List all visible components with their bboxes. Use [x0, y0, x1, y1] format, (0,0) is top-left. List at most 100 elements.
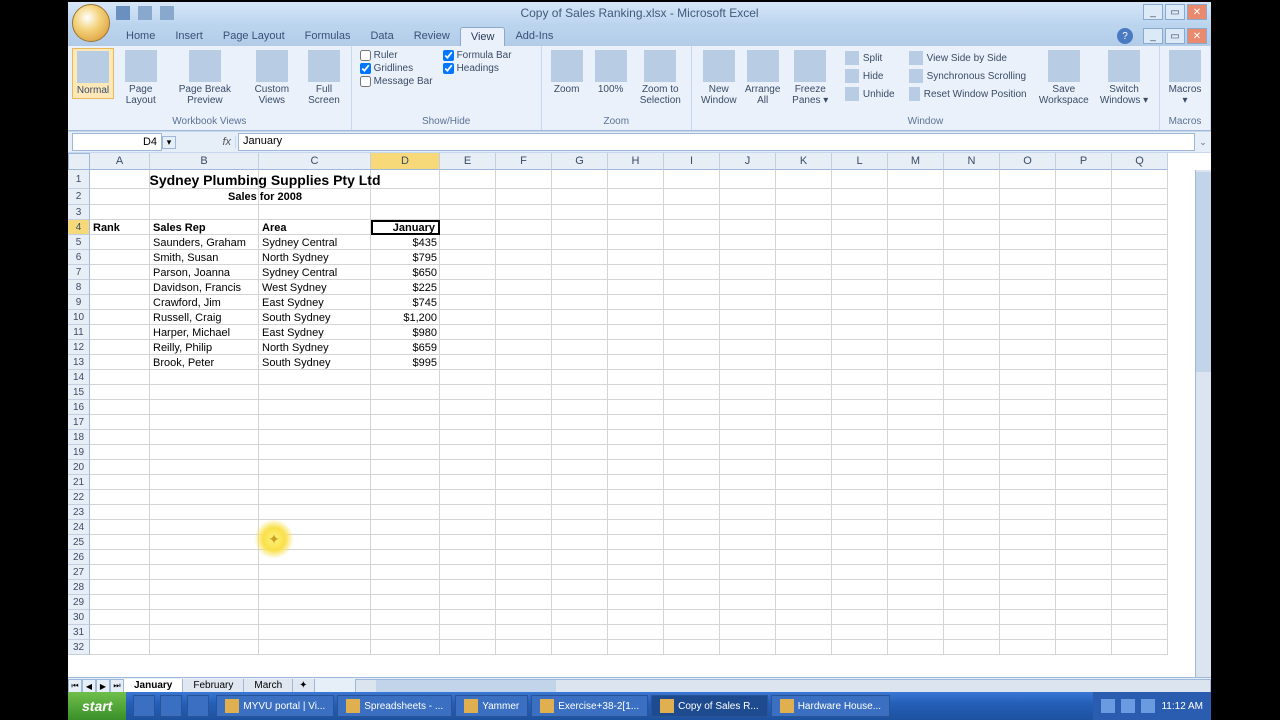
cell-D10[interactable]: $1,200	[371, 310, 440, 325]
cell-K27[interactable]	[776, 565, 832, 580]
check-gridlines[interactable]: Gridlines	[360, 63, 433, 74]
cell-E30[interactable]	[440, 610, 496, 625]
cell-P22[interactable]	[1056, 490, 1112, 505]
cell-I22[interactable]	[664, 490, 720, 505]
cell-K6[interactable]	[776, 250, 832, 265]
cell-K7[interactable]	[776, 265, 832, 280]
cell-C11[interactable]: East Sydney	[259, 325, 371, 340]
row-header-1[interactable]: 1	[68, 170, 90, 189]
cell-Q15[interactable]	[1112, 385, 1168, 400]
cell-L16[interactable]	[832, 400, 888, 415]
formula-input[interactable]: January	[238, 133, 1195, 151]
cell-M13[interactable]	[888, 355, 944, 370]
cell-G14[interactable]	[552, 370, 608, 385]
custom-views-button[interactable]: Custom Views	[244, 48, 299, 108]
cell-F18[interactable]	[496, 430, 552, 445]
zoom-to-selection-button[interactable]: Zoom to Selection	[634, 48, 687, 108]
cell-E2[interactable]	[440, 189, 496, 205]
cell-G23[interactable]	[552, 505, 608, 520]
cell-O29[interactable]	[1000, 595, 1056, 610]
cell-H3[interactable]	[608, 205, 664, 220]
cell-O19[interactable]	[1000, 445, 1056, 460]
cell-M1[interactable]	[888, 170, 944, 189]
cell-H22[interactable]	[608, 490, 664, 505]
cell-O5[interactable]	[1000, 235, 1056, 250]
cell-Q30[interactable]	[1112, 610, 1168, 625]
cell-J22[interactable]	[720, 490, 776, 505]
page-layout-button[interactable]: Page Layout	[116, 48, 165, 108]
cell-E5[interactable]	[440, 235, 496, 250]
cell-D17[interactable]	[371, 415, 440, 430]
cell-D21[interactable]	[371, 475, 440, 490]
cell-P25[interactable]	[1056, 535, 1112, 550]
cell-H10[interactable]	[608, 310, 664, 325]
cell-A26[interactable]	[90, 550, 150, 565]
taskbar-item[interactable]: Hardware House...	[771, 695, 890, 717]
cell-H25[interactable]	[608, 535, 664, 550]
cell-G2[interactable]	[552, 189, 608, 205]
cell-H32[interactable]	[608, 640, 664, 655]
cell-Q8[interactable]	[1112, 280, 1168, 295]
cell-C21[interactable]	[259, 475, 371, 490]
cell-J16[interactable]	[720, 400, 776, 415]
cell-O21[interactable]	[1000, 475, 1056, 490]
cell-J29[interactable]	[720, 595, 776, 610]
cell-B15[interactable]	[150, 385, 259, 400]
cell-P27[interactable]	[1056, 565, 1112, 580]
cell-K3[interactable]	[776, 205, 832, 220]
cell-M12[interactable]	[888, 340, 944, 355]
cell-H8[interactable]	[608, 280, 664, 295]
cell-F15[interactable]	[496, 385, 552, 400]
cell-O2[interactable]	[1000, 189, 1056, 205]
cell-L31[interactable]	[832, 625, 888, 640]
cell-J11[interactable]	[720, 325, 776, 340]
formula-expand-icon[interactable]: ⌄	[1195, 137, 1211, 148]
quick-launch-player-icon[interactable]	[187, 695, 209, 717]
cell-O16[interactable]	[1000, 400, 1056, 415]
cell-G15[interactable]	[552, 385, 608, 400]
doc-restore-button[interactable]: ▭	[1165, 28, 1185, 44]
cell-E12[interactable]	[440, 340, 496, 355]
cell-K10[interactable]	[776, 310, 832, 325]
cell-O23[interactable]	[1000, 505, 1056, 520]
cell-B30[interactable]	[150, 610, 259, 625]
cell-C18[interactable]	[259, 430, 371, 445]
cell-F27[interactable]	[496, 565, 552, 580]
cell-C16[interactable]	[259, 400, 371, 415]
cell-L27[interactable]	[832, 565, 888, 580]
cell-E8[interactable]	[440, 280, 496, 295]
cell-C13[interactable]: South Sydney	[259, 355, 371, 370]
cell-E4[interactable]	[440, 220, 496, 235]
cell-M25[interactable]	[888, 535, 944, 550]
cell-L32[interactable]	[832, 640, 888, 655]
cell-C5[interactable]: Sydney Central	[259, 235, 371, 250]
cell-K28[interactable]	[776, 580, 832, 595]
cell-J31[interactable]	[720, 625, 776, 640]
col-header-H[interactable]: H	[608, 153, 664, 170]
cell-D19[interactable]	[371, 445, 440, 460]
cell-D6[interactable]: $795	[371, 250, 440, 265]
cell-L9[interactable]	[832, 295, 888, 310]
cell-A32[interactable]	[90, 640, 150, 655]
cell-I25[interactable]	[664, 535, 720, 550]
cell-P19[interactable]	[1056, 445, 1112, 460]
cell-H5[interactable]	[608, 235, 664, 250]
cell-G12[interactable]	[552, 340, 608, 355]
cell-K18[interactable]	[776, 430, 832, 445]
cell-O1[interactable]	[1000, 170, 1056, 189]
cell-N7[interactable]	[944, 265, 1000, 280]
cell-E18[interactable]	[440, 430, 496, 445]
cell-C3[interactable]	[259, 205, 371, 220]
cell-F13[interactable]	[496, 355, 552, 370]
cell-G4[interactable]	[552, 220, 608, 235]
cell-P11[interactable]	[1056, 325, 1112, 340]
cell-G28[interactable]	[552, 580, 608, 595]
cell-D16[interactable]	[371, 400, 440, 415]
close-button[interactable]: ✕	[1187, 4, 1207, 20]
row-header-6[interactable]: 6	[68, 250, 90, 265]
cell-C30[interactable]	[259, 610, 371, 625]
row-header-24[interactable]: 24	[68, 520, 90, 535]
cell-F12[interactable]	[496, 340, 552, 355]
cell-P1[interactable]	[1056, 170, 1112, 189]
cell-D11[interactable]: $980	[371, 325, 440, 340]
